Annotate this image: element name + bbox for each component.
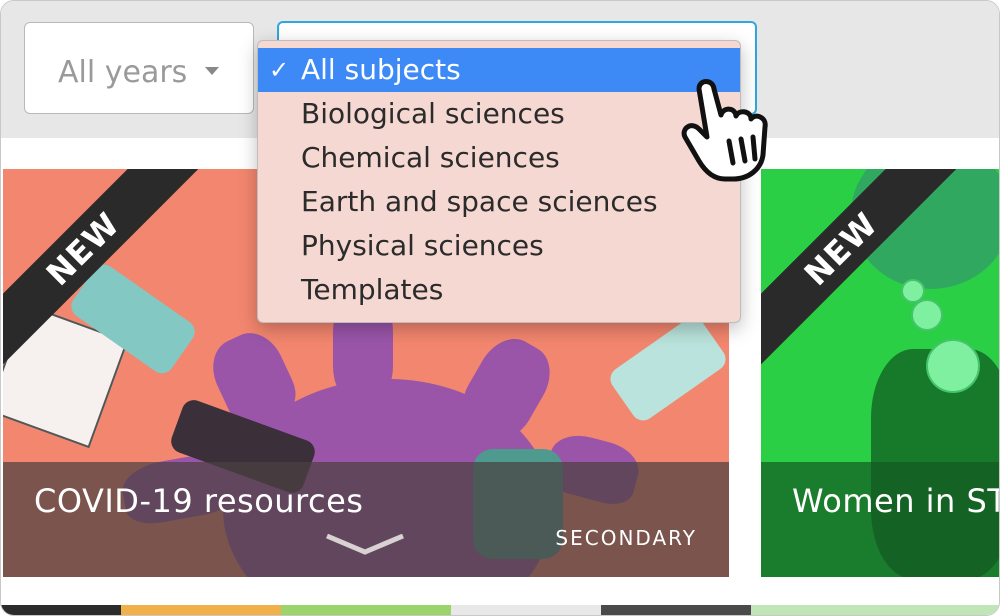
card-level: SECONDARY — [555, 526, 697, 550]
year-select-value: All years — [58, 55, 188, 90]
scientist-illustration — [605, 312, 729, 426]
resource-card-women[interactable]: NEW Women in ST — [761, 169, 1000, 577]
app-frame: All years NEW COVID-19 resources SECONDA… — [0, 0, 1000, 616]
subject-option-chemical[interactable]: Chemical sciences — [258, 136, 740, 180]
subject-option-label: Templates — [301, 273, 444, 306]
subject-option-label: Biological sciences — [301, 97, 565, 130]
bubble-illustration — [911, 299, 943, 331]
bubble-illustration — [926, 339, 980, 393]
subject-option-label: Earth and space sciences — [301, 185, 658, 218]
check-icon: ✓ — [269, 56, 290, 84]
card-title: COVID-19 resources — [34, 482, 364, 520]
year-select[interactable]: All years — [24, 22, 254, 114]
card-caption: Women in ST — [761, 462, 1000, 577]
card-caption: COVID-19 resources SECONDARY — [3, 462, 729, 577]
chevron-down-icon[interactable] — [325, 534, 405, 556]
subject-option-templates[interactable]: Templates — [258, 268, 740, 312]
new-ribbon-label: NEW — [796, 204, 886, 294]
next-row-cards-peek — [1, 605, 999, 615]
caret-down-icon — [205, 67, 219, 75]
card-title: Women in ST — [792, 482, 1000, 520]
subject-option-label: All subjects — [301, 53, 461, 86]
subject-option-all[interactable]: ✓ All subjects — [258, 48, 740, 92]
subject-dropdown-menu: ✓ All subjects Biological sciences Chemi… — [257, 40, 741, 323]
subject-option-physical[interactable]: Physical sciences — [258, 224, 740, 268]
subject-option-label: Chemical sciences — [301, 141, 560, 174]
subject-option-biological[interactable]: Biological sciences — [258, 92, 740, 136]
hand-pointer-icon — [681, 79, 768, 182]
subject-option-label: Physical sciences — [301, 229, 544, 262]
subject-option-earth-space[interactable]: Earth and space sciences — [258, 180, 740, 224]
